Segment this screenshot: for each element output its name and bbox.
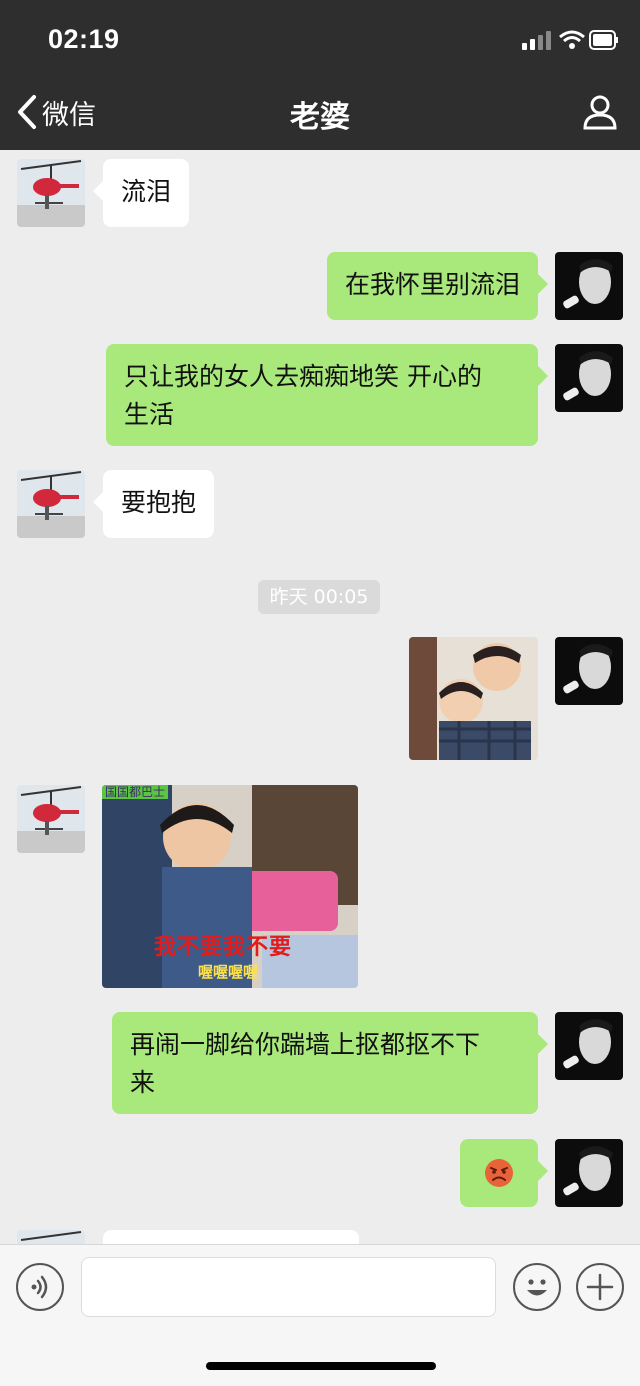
nav-header: 02:19 微信 老婆 <box>0 0 640 150</box>
page-title: 老婆 <box>290 100 350 135</box>
status-time: 02:19 <box>48 24 120 54</box>
avatar-contact[interactable] <box>17 159 85 227</box>
message-text-line: 再闹一脚给你踹墙上抠都抠不下 <box>130 1030 481 1059</box>
voice-icon <box>31 1275 48 1299</box>
message-bubble-incoming[interactable] <box>103 1230 359 1244</box>
message-bubble-outgoing[interactable]: 在我怀里别流泪 <box>326 252 549 320</box>
message-input[interactable] <box>81 1257 496 1317</box>
helicopter-avatar-icon <box>17 159 85 227</box>
status-icons <box>522 30 618 50</box>
message-text: 流泪 <box>121 177 172 206</box>
man-portrait-avatar-icon <box>555 637 623 705</box>
image-message-outgoing[interactable] <box>409 637 538 760</box>
avatar-self[interactable] <box>555 1012 623 1080</box>
man-portrait-avatar-icon <box>555 252 623 320</box>
chat-area[interactable]: 流泪 在我怀里别流泪 只让我的女人去痴痴地笑 开心的 生活 要抱抱 昨天 00:… <box>0 150 640 1244</box>
sticker-message-incoming[interactable]: 国国都巴士 我不要我不要 喔喔喔喔 <box>102 785 358 988</box>
message-text-line: 来 <box>130 1068 156 1097</box>
photo-thumbnail-icon <box>409 637 538 760</box>
sticker-subcaption: 喔喔喔喔 <box>198 963 259 981</box>
message-text-line: 只让我的女人去痴痴地笑 开心的 <box>124 362 482 391</box>
person-icon[interactable] <box>582 94 618 130</box>
avatar-contact[interactable] <box>17 470 85 538</box>
avatar-contact[interactable] <box>17 1230 85 1244</box>
avatar-self[interactable] <box>555 1139 623 1207</box>
man-portrait-avatar-icon <box>555 1012 623 1080</box>
message-text: 在我怀里别流泪 <box>344 270 520 299</box>
message-bubble-outgoing[interactable]: 只让我的女人去痴痴地笑 开心的 生活 <box>106 344 548 446</box>
more-button[interactable] <box>576 1263 624 1311</box>
message-bubble-incoming[interactable]: 要抱抱 <box>92 470 215 538</box>
message-bubble-incoming[interactable]: 流泪 <box>92 159 190 227</box>
sticker-tag: 国国都巴士 <box>102 785 169 799</box>
helicopter-avatar-icon <box>17 785 85 853</box>
man-portrait-avatar-icon <box>555 1139 623 1207</box>
emoji-button[interactable] <box>513 1263 561 1311</box>
plus-icon <box>586 1273 614 1301</box>
man-portrait-avatar-icon <box>555 344 623 412</box>
timestamp-divider: 昨天 00:05 <box>258 580 380 614</box>
sticker-caption: 我不要我不要 <box>154 935 293 960</box>
smiley-icon <box>527 1279 547 1296</box>
helicopter-avatar-icon <box>17 1230 85 1244</box>
avatar-self[interactable] <box>555 344 623 412</box>
message-text: 要抱抱 <box>121 488 197 517</box>
message-bubble-outgoing[interactable]: 再闹一脚给你踹墙上抠都抠不下 来 <box>112 1012 548 1114</box>
home-indicator[interactable] <box>206 1362 436 1370</box>
message-bubble-outgoing[interactable] <box>460 1139 548 1207</box>
angry-face-icon <box>484 1158 514 1188</box>
avatar-self[interactable] <box>555 252 623 320</box>
helicopter-avatar-icon <box>17 470 85 538</box>
voice-button[interactable] <box>16 1263 64 1311</box>
avatar-self[interactable] <box>555 637 623 705</box>
avatar-contact[interactable] <box>17 785 85 853</box>
message-text-line: 生活 <box>124 400 175 429</box>
